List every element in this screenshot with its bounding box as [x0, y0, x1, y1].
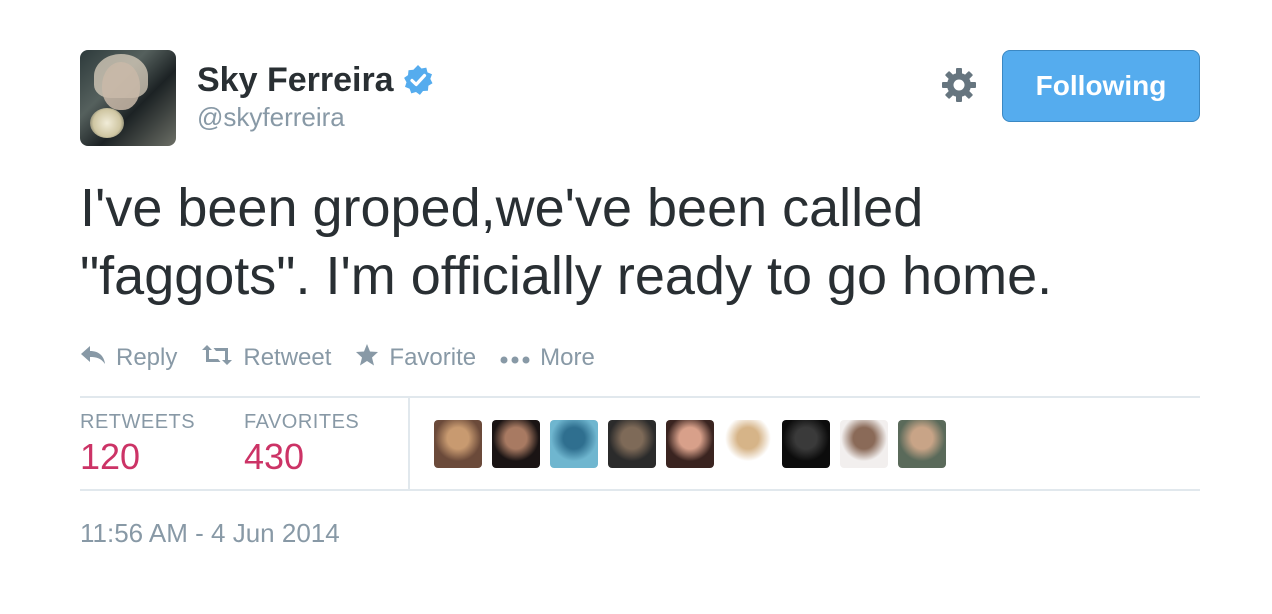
favoriter-avatar[interactable]: [550, 420, 598, 468]
tweet-timestamp[interactable]: 11:56 AM - 4 Jun 2014: [80, 518, 340, 549]
retweet-button[interactable]: Retweet: [201, 344, 331, 373]
stats-bottom-divider: [80, 489, 1200, 491]
star-icon: [355, 343, 389, 374]
retweets-stat[interactable]: RETWEETS 120: [80, 410, 195, 480]
favoriter-avatar[interactable]: [666, 420, 714, 468]
reply-icon: [80, 344, 116, 373]
more-label: More: [540, 344, 595, 371]
avatar-flower: [90, 108, 124, 138]
favoriters-list: [434, 420, 956, 468]
tweet-text: I've been groped,we've been called "fagg…: [80, 178, 1053, 306]
favoriter-avatar[interactable]: [898, 420, 946, 468]
favorites-count: 430: [244, 436, 305, 477]
stats-top-divider: [80, 396, 1200, 398]
profile-name-block: Sky Ferreira @skyferreira: [197, 60, 434, 133]
profile-avatar[interactable]: [80, 50, 176, 146]
favoriter-avatar[interactable]: [492, 420, 540, 468]
favoriter-avatar[interactable]: [782, 420, 830, 468]
following-button[interactable]: Following: [1002, 50, 1200, 122]
favoriter-avatar[interactable]: [434, 420, 482, 468]
favoriter-avatar[interactable]: [724, 420, 772, 468]
reply-label: Reply: [116, 344, 178, 371]
stats-vertical-divider: [408, 398, 410, 489]
retweet-label: Retweet: [243, 344, 332, 371]
reply-button[interactable]: Reply: [80, 344, 177, 373]
retweets-count: 120: [80, 436, 141, 477]
display-name[interactable]: Sky Ferreira: [197, 60, 394, 100]
user-handle[interactable]: @skyferreira: [197, 102, 434, 133]
verified-badge-icon: [402, 64, 434, 96]
retweets-label: RETWEETS: [80, 411, 196, 433]
tweet-actions: Reply Retweet Favorite More: [80, 340, 619, 376]
avatar-face: [102, 62, 140, 110]
more-button[interactable]: More: [500, 344, 595, 372]
favorite-button[interactable]: Favorite: [355, 343, 476, 374]
favorites-stat[interactable]: FAVORITES 430: [244, 410, 359, 480]
favorite-label: Favorite: [389, 344, 477, 371]
more-icon: [500, 344, 540, 372]
favorites-label: FAVORITES: [244, 411, 360, 433]
gear-icon[interactable]: [940, 66, 978, 104]
retweet-icon: [201, 344, 243, 373]
favoriter-avatar[interactable]: [608, 420, 656, 468]
favoriter-avatar[interactable]: [840, 420, 888, 468]
